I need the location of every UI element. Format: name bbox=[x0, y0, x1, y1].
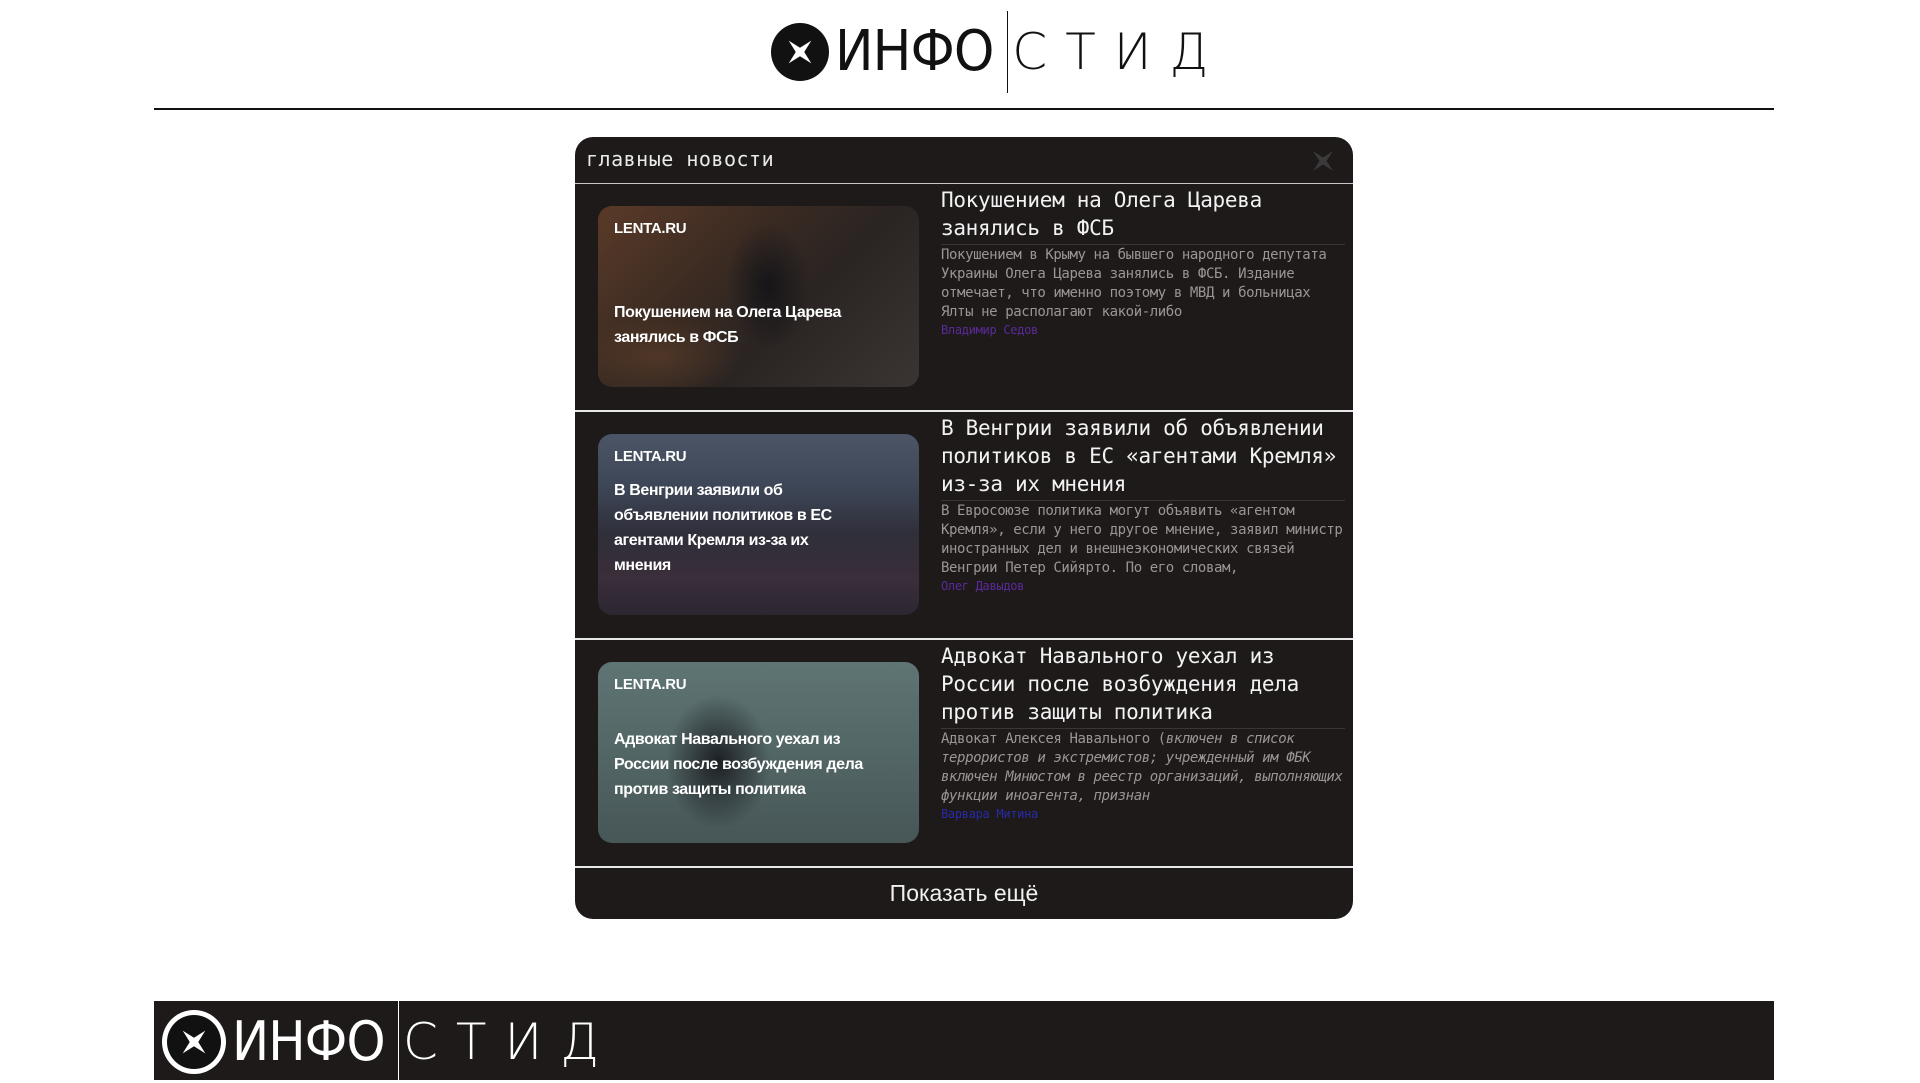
news-item[interactable]: LENTA.RU Покушением на Олега Царева заня… bbox=[575, 184, 1353, 412]
footer-logo[interactable]: ИНФО СТИД bbox=[162, 1001, 617, 1083]
logo-text-stid: СТИД bbox=[1012, 23, 1227, 81]
logo-cross-icon bbox=[162, 1010, 226, 1074]
news-title[interactable]: В Венгрии заявили об объявлении политико… bbox=[941, 414, 1345, 501]
logo-divider bbox=[398, 1001, 399, 1083]
logo-text-info: ИНФО bbox=[232, 1010, 386, 1073]
news-thumbnail[interactable]: LENTA.RU В Венгрии заявили об объявлении… bbox=[598, 434, 919, 615]
news-thumbnail[interactable]: LENTA.RU Адвокат Навального уехал из Рос… bbox=[598, 662, 919, 843]
thumbnail-caption: Покушением на Олега Царева занялись в ФС… bbox=[614, 304, 841, 346]
news-description: Покушением в Крыму на бывшего народного … bbox=[941, 247, 1327, 320]
thumbnail-source: LENTA.RU bbox=[614, 448, 687, 465]
news-author[interactable]: Варвара Митина bbox=[941, 806, 1345, 822]
thumbnail-source: LENTA.RU bbox=[614, 676, 687, 693]
logo-text-info: ИНФО bbox=[835, 19, 994, 84]
news-description: Адвокат Алексея Навального (включен в сп… bbox=[941, 730, 1345, 806]
news-author[interactable]: Владимир Седов bbox=[941, 322, 1345, 338]
logo-cross-icon bbox=[771, 23, 829, 81]
top-news-panel: главные новости LENTA.RU Покушением на О… bbox=[575, 137, 1353, 919]
site-logo[interactable]: ИНФО СТИД bbox=[771, 10, 1226, 94]
news-author[interactable]: Олег Давыдов bbox=[941, 578, 1345, 594]
logo-text-stid: СТИД bbox=[403, 1013, 618, 1071]
thumbnail-caption: Адвокат Навального уехал из России после… bbox=[614, 731, 863, 798]
news-item[interactable]: LENTA.RU Адвокат Навального уехал из Рос… bbox=[575, 640, 1353, 868]
panel-header: главные новости bbox=[575, 137, 1353, 184]
news-title[interactable]: Адвокат Навального уехал из России после… bbox=[941, 642, 1345, 729]
site-header: ИНФО СТИД bbox=[0, 0, 1920, 110]
news-item[interactable]: LENTA.RU В Венгрии заявили об объявлении… bbox=[575, 412, 1353, 640]
thumbnail-source: LENTA.RU bbox=[614, 220, 687, 237]
logo-divider bbox=[1007, 11, 1009, 93]
panel-title: главные новости bbox=[586, 147, 775, 171]
site-footer: ИНФО СТИД bbox=[154, 1001, 1774, 1083]
news-thumbnail[interactable]: LENTA.RU Покушением на Олега Царева заня… bbox=[598, 206, 919, 387]
news-description-text: Адвокат Алексея Навального ( bbox=[941, 731, 1166, 747]
news-title[interactable]: Покушением на Олега Царева занялись в ФС… bbox=[941, 186, 1345, 245]
show-more-button[interactable]: Показать ещё bbox=[575, 867, 1353, 919]
panel-cross-icon bbox=[1313, 151, 1333, 171]
news-description: В Евросоюзе политика могут объявить «аге… bbox=[941, 503, 1343, 576]
thumbnail-caption: В Венгрии заявили об объявлении политико… bbox=[614, 482, 832, 574]
header-divider bbox=[154, 108, 1774, 110]
